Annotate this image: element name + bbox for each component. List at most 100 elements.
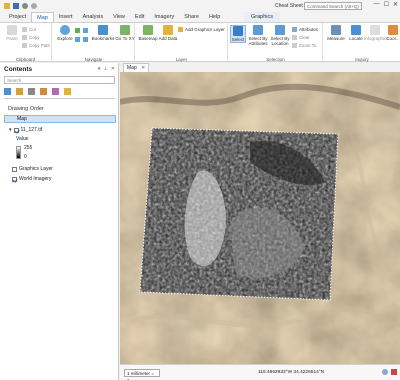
status-bar-icons — [382, 369, 397, 375]
raster-layer-item[interactable]: ▾ 11_127.tif — [9, 127, 42, 133]
list-by-drawing-order-icon[interactable] — [4, 88, 11, 95]
infographics-button[interactable]: Infographics — [364, 25, 389, 41]
tab-share[interactable]: Share — [179, 12, 204, 22]
basemap-label: Basemap — [138, 36, 158, 41]
world-imagery-visibility-checkbox[interactable] — [12, 176, 17, 182]
selection-group: Select Select By Attributes Select By Lo… — [229, 23, 323, 63]
redo-icon[interactable] — [31, 3, 37, 9]
add-graphics-layer-button[interactable]: Add Graphics Layer — [178, 26, 225, 33]
inquiry-group-label: Inquiry — [355, 57, 369, 62]
navigate-small-tools — [75, 27, 88, 34]
refresh-icon[interactable] — [382, 369, 388, 375]
title-bar: Cheat Sheet Command Search (Alt+Q) — ☐ ✕ — [0, 0, 400, 12]
minimize-button[interactable]: — — [374, 1, 380, 8]
bookmarks-button[interactable]: Bookmarks — [91, 25, 115, 41]
select-button[interactable]: Select — [230, 25, 246, 43]
paste-button[interactable]: Paste — [2, 25, 22, 41]
value-label: Value — [16, 136, 29, 142]
next-extent-icon[interactable] — [83, 37, 88, 42]
list-by-labeling-icon[interactable] — [64, 88, 71, 95]
cut-button[interactable]: Cut — [22, 26, 36, 33]
arcgis-pro-window: Cheat Sheet Command Search (Alt+Q) — ☐ ✕… — [0, 0, 400, 380]
zoom-full-extent-icon[interactable] — [75, 28, 80, 33]
pin-icon[interactable]: ⊥ — [103, 66, 107, 72]
graphics-layer-visibility-checkbox[interactable] — [12, 166, 17, 172]
pause-drawing-icon[interactable] — [391, 369, 397, 375]
value-high: 255 — [24, 145, 33, 151]
save-icon[interactable] — [13, 3, 19, 9]
raster-layer-visibility-checkbox[interactable] — [13, 127, 19, 133]
graphics-layer-icon — [178, 27, 183, 32]
clipboard-group-label: Clipboard — [15, 57, 36, 62]
world-imagery-item[interactable]: World Imagery — [12, 176, 51, 182]
expand-arrow-icon[interactable]: ▾ — [9, 127, 12, 133]
navigate-group-label: Navigate — [84, 57, 103, 62]
map-canvas[interactable] — [120, 72, 400, 364]
map-tab-close-icon[interactable]: ✕ — [141, 65, 145, 71]
add-graphics-layer-label: Add Graphics Layer — [185, 27, 225, 32]
close-button[interactable]: ✕ — [393, 1, 398, 8]
map-status-bar: 1 millimeter = 1... 116.4862933°W 34.422… — [120, 364, 400, 380]
map-view-tab[interactable]: Map ✕ — [123, 63, 149, 72]
attributes-button[interactable]: Attributes — [292, 26, 318, 33]
tab-map[interactable]: Map — [31, 12, 54, 22]
tab-analysis[interactable]: Analysis — [78, 12, 108, 22]
layer-group-label: Layer — [175, 57, 188, 62]
copy-path-button[interactable]: Copy Path — [22, 42, 50, 49]
tab-imagery[interactable]: Imagery — [149, 12, 179, 22]
infographics-label: Infographics — [364, 36, 389, 41]
locate-icon — [351, 25, 361, 35]
previous-extent-icon[interactable] — [75, 37, 80, 42]
contents-search-input[interactable]: Search — [4, 76, 115, 84]
copy-button[interactable]: Copy — [22, 34, 40, 41]
list-by-editing-icon[interactable] — [40, 88, 47, 95]
add-data-button[interactable]: Add Data — [158, 25, 178, 41]
command-search-input[interactable]: Command Search (Alt+Q) — [304, 2, 362, 10]
tab-help[interactable]: Help — [204, 12, 225, 22]
clear-button[interactable]: Clear — [292, 34, 310, 41]
list-by-snapping-icon[interactable] — [52, 88, 59, 95]
tab-project[interactable]: Project — [4, 12, 31, 22]
coordinate-conversion-label: Coor... — [386, 36, 400, 41]
layer-group: Basemap Add Data Add Graphics Layer Laye… — [136, 23, 228, 63]
measure-button[interactable]: Measure — [326, 25, 346, 41]
list-by-data-source-icon[interactable] — [16, 88, 23, 95]
maximize-button[interactable]: ☐ — [384, 1, 389, 8]
coordinate-conversion-button[interactable]: Coor... — [386, 25, 400, 41]
tab-view[interactable]: View — [108, 12, 130, 22]
clear-icon — [292, 35, 297, 40]
map-tab-label: Map — [127, 65, 137, 71]
basemap-icon — [143, 25, 153, 35]
measure-icon — [331, 25, 341, 35]
graphics-layer-item[interactable]: Graphics Layer — [12, 166, 53, 172]
go-to-xy-icon — [120, 25, 130, 35]
cut-icon — [22, 27, 27, 32]
tab-insert[interactable]: Insert — [54, 12, 78, 22]
select-by-attributes-button[interactable]: Select By Attributes — [247, 25, 269, 46]
basemap-button[interactable]: Basemap — [138, 25, 158, 41]
zoom-in-icon[interactable] — [83, 28, 88, 33]
pane-close-icon[interactable]: ✕ — [111, 66, 115, 72]
select-by-location-button[interactable]: Select By Location — [269, 25, 291, 46]
value-legend-label: Value — [16, 136, 28, 142]
open-icon[interactable] — [4, 3, 10, 9]
zoom-to-button[interactable]: Zoom To — [292, 42, 316, 49]
pane-options-icon[interactable]: ▾ — [98, 66, 101, 72]
ribbon-tabs: Project Map Insert Analysis View Edit Im… — [0, 12, 400, 22]
list-by-selection-icon[interactable] — [28, 88, 35, 95]
explore-button[interactable]: Explore — [55, 25, 75, 41]
tab-edit[interactable]: Edit — [130, 12, 149, 22]
attributes-label: Attributes — [299, 27, 319, 32]
undo-icon[interactable] — [22, 3, 28, 9]
tab-graphics[interactable]: Graphics — [244, 12, 280, 22]
locate-label: Locate — [349, 36, 363, 41]
world-imagery-label: World Imagery — [19, 176, 52, 182]
infographics-icon — [370, 25, 380, 35]
locate-button[interactable]: Locate — [346, 25, 366, 41]
contents-toolbar — [4, 88, 71, 95]
scale-selector[interactable]: 1 millimeter = 1... — [124, 369, 160, 380]
copy-path-icon — [22, 43, 27, 48]
map-view[interactable] — [120, 72, 400, 364]
map-tree-item[interactable]: Map — [4, 115, 116, 123]
go-to-xy-button[interactable]: Go To XY — [115, 25, 135, 41]
